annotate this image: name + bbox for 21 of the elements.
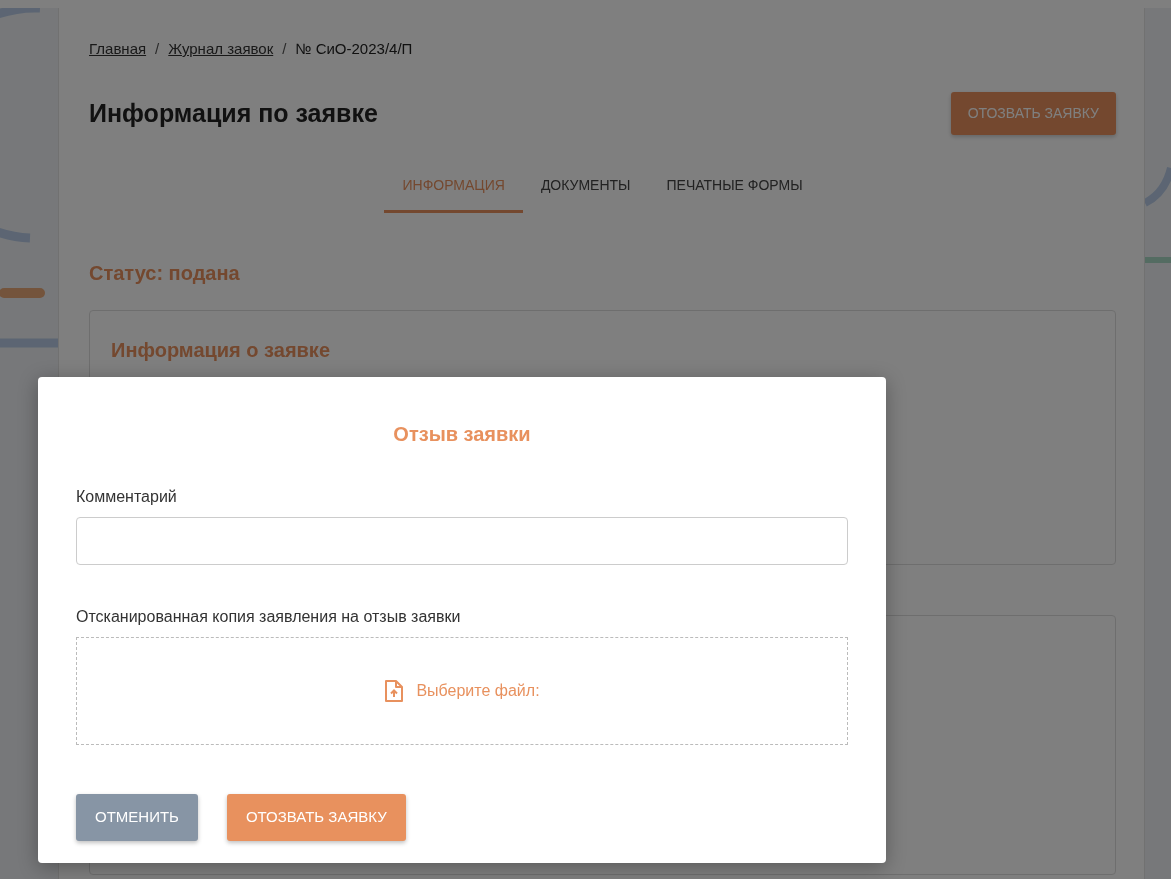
file-upload-icon [384,680,405,702]
page-title: Информация по заявке [89,98,378,128]
tab[interactable]: ДОКУМЕНТЫ [522,164,649,213]
file-dropzone[interactable]: Выберите файл: [76,637,848,745]
comment-field[interactable] [76,517,848,565]
breadcrumb-link[interactable]: Журнал заявок [168,38,274,61]
cancel-button[interactable]: ОТМЕНИТЬ [76,794,198,841]
tab[interactable]: ПЕЧАТНЫЕ ФОРМЫ [648,164,821,213]
breadcrumb-link[interactable]: Главная [89,38,147,61]
card-title: Информация о заявке [111,337,331,363]
tab[interactable]: ИНФОРМАЦИЯ [384,164,523,213]
breadcrumb-separator: / [155,39,160,59]
breadcrumb-current: № СиО-2023/4/П [295,39,413,59]
status-text: Статус: подана [89,260,241,286]
modal-title: Отзыв заявки [392,422,532,447]
field-label: Отсканированная копия заявления на отзыв заявки [76,607,462,627]
breadcrumb-separator: / [282,39,287,59]
withdraw-button[interactable]: ОТОЗВАТЬ ЗАЯВКУ [226,794,406,841]
withdraw-button[interactable]: ОТОЗВАТЬ ЗАЯВКУ [950,91,1116,135]
upload-link[interactable]: Выберите файл: [416,679,540,703]
field-label: Комментарий [76,487,178,507]
